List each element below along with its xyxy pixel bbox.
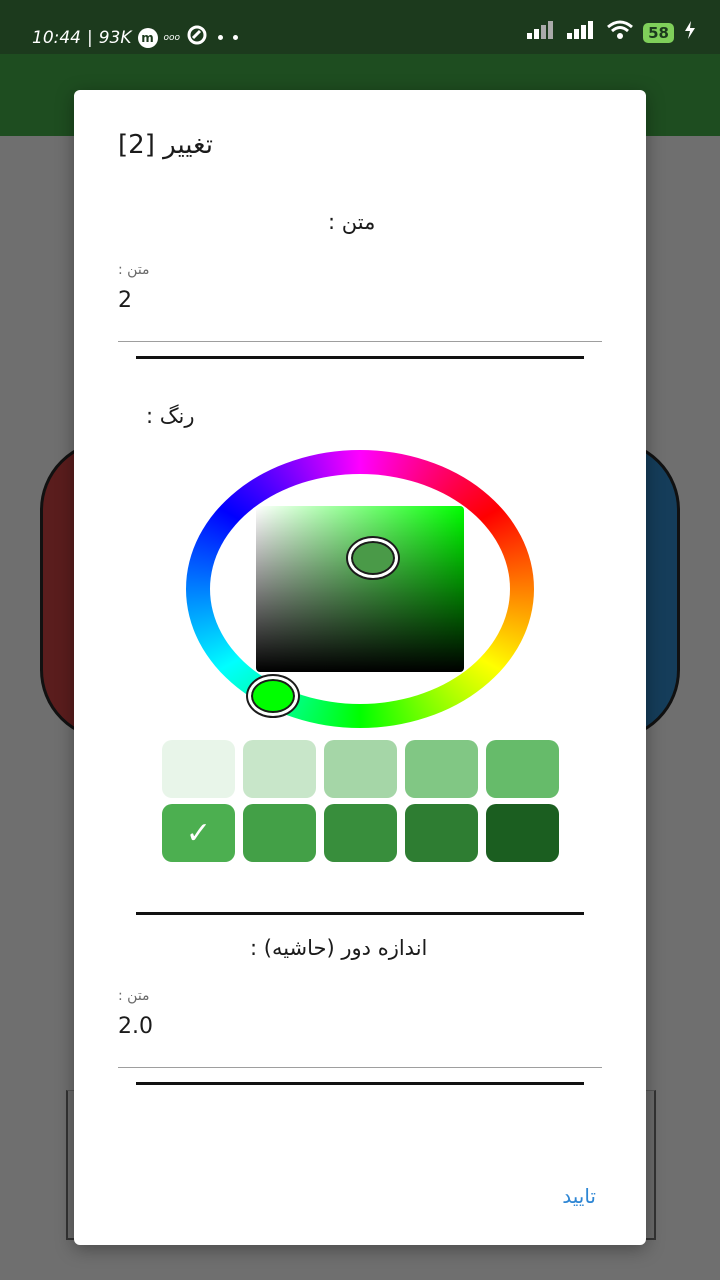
color-swatch[interactable] xyxy=(405,740,478,798)
color-swatch[interactable]: ✓ xyxy=(162,804,235,862)
color-swatch-grid: ✓ xyxy=(162,740,559,862)
border-field-hint: : متن xyxy=(118,988,150,1004)
text-input[interactable]: 2 xyxy=(118,288,132,313)
battery-icon: 58 xyxy=(643,22,674,43)
text-input-underline xyxy=(118,341,602,342)
charging-icon xyxy=(684,21,696,44)
status-network-speed: 93K xyxy=(98,27,132,48)
confirm-button[interactable]: تایید xyxy=(562,1184,596,1208)
color-swatch[interactable] xyxy=(243,804,316,862)
border-section-label: : اندازه دور (حاشیه) xyxy=(250,936,428,960)
text-field-hint: : متن xyxy=(118,262,150,278)
more-dot-icon xyxy=(218,35,224,40)
status-time: 10:44 xyxy=(32,27,81,48)
check-icon: ✓ xyxy=(185,815,212,851)
data-saver-icon xyxy=(186,24,208,51)
color-section-label: : رنگ xyxy=(146,404,195,428)
text-section-label: : متن xyxy=(328,210,376,234)
signal-icon xyxy=(527,21,557,44)
color-swatch[interactable] xyxy=(486,804,559,862)
status-separator: | xyxy=(87,27,93,48)
saturation-value-square[interactable] xyxy=(256,506,464,672)
section-divider xyxy=(136,912,584,915)
border-input-underline xyxy=(118,1067,602,1068)
color-swatch[interactable] xyxy=(486,740,559,798)
status-right: 58 xyxy=(527,20,696,45)
status-bar: 10:44 | 93K m ooo 58 xyxy=(0,0,720,54)
color-swatch[interactable] xyxy=(324,804,397,862)
section-divider xyxy=(136,1082,584,1085)
saturation-value-handle[interactable] xyxy=(348,538,398,578)
dialog-title: تغییر [2] xyxy=(118,130,213,160)
app-notification-icon: m xyxy=(137,27,158,48)
notification-small-icon: ooo xyxy=(163,32,181,43)
status-left: 10:44 | 93K m ooo xyxy=(32,24,239,51)
color-swatch[interactable] xyxy=(324,740,397,798)
section-divider xyxy=(136,356,584,359)
hue-handle[interactable] xyxy=(248,676,298,716)
border-size-input[interactable]: 2.0 xyxy=(118,1014,153,1039)
color-picker[interactable] xyxy=(186,450,534,728)
color-swatch[interactable] xyxy=(243,740,316,798)
edit-dialog: تغییر [2] : متن : متن 2 : رنگ ✓ : اندازه… xyxy=(74,90,646,1245)
more-dot-icon xyxy=(233,35,239,40)
wifi-icon xyxy=(607,20,634,45)
color-swatch[interactable] xyxy=(162,740,235,798)
signal-icon xyxy=(567,21,597,44)
color-swatch[interactable] xyxy=(405,804,478,862)
